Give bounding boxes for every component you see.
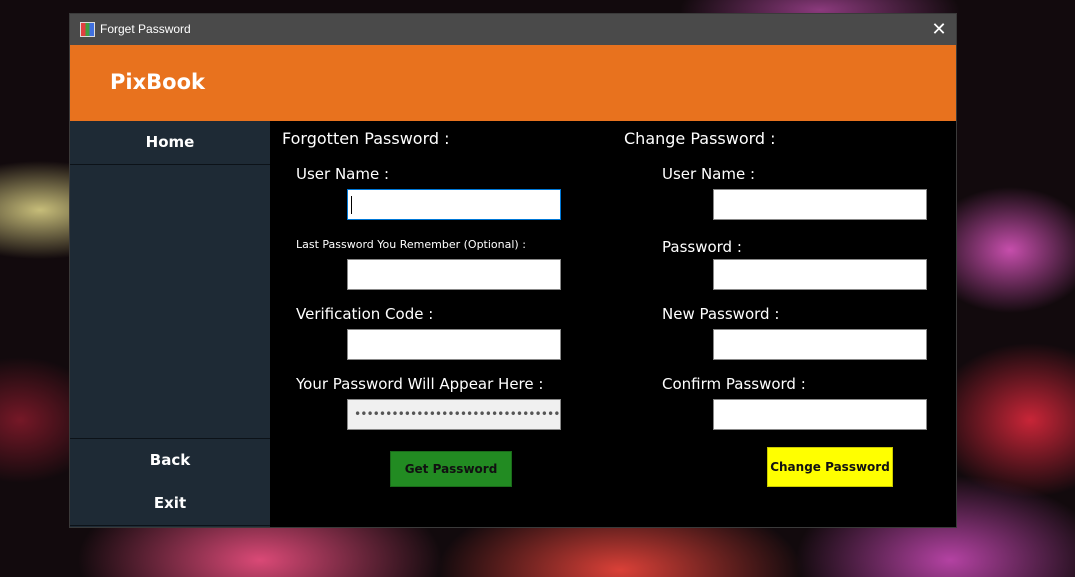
change-username-label: User Name : bbox=[662, 165, 756, 183]
title-bar[interactable]: Forget Password ✕ bbox=[70, 14, 956, 45]
exit-button[interactable]: Exit bbox=[70, 482, 270, 526]
last-password-label: Last Password You Remember (Optional) : bbox=[296, 238, 526, 251]
app-icon bbox=[80, 22, 95, 37]
forgot-username-label: User Name : bbox=[296, 165, 390, 183]
password-result-field[interactable]: •••••••••••••••••••••••••••••••••••••••• bbox=[347, 399, 561, 430]
change-username-input[interactable] bbox=[713, 189, 927, 220]
change-password-heading: Change Password : bbox=[624, 129, 776, 148]
close-button[interactable]: ✕ bbox=[922, 14, 956, 45]
new-password-label: New Password : bbox=[662, 305, 780, 323]
forgotten-password-heading: Forgotten Password : bbox=[282, 129, 450, 148]
forgot-username-input[interactable] bbox=[347, 189, 561, 220]
sidebar: Home Back Exit bbox=[70, 121, 270, 527]
get-password-button[interactable]: Get Password bbox=[390, 451, 512, 487]
forget-password-window: Forget Password ✕ PixBook Home Back Exit… bbox=[70, 14, 956, 527]
back-button[interactable]: Back bbox=[70, 438, 270, 483]
current-password-input[interactable] bbox=[713, 259, 927, 290]
confirm-password-label: Confirm Password : bbox=[662, 375, 806, 393]
new-password-input[interactable] bbox=[713, 329, 927, 360]
app-header: PixBook bbox=[70, 45, 956, 121]
password-result-label: Your Password Will Appear Here : bbox=[296, 375, 544, 393]
last-password-input[interactable] bbox=[347, 259, 561, 290]
verification-code-input[interactable] bbox=[347, 329, 561, 360]
text-caret bbox=[351, 196, 352, 214]
change-password-button[interactable]: Change Password bbox=[767, 447, 893, 487]
home-button[interactable]: Home bbox=[70, 121, 270, 165]
main-panel: Forgotten Password : User Name : Last Pa… bbox=[270, 121, 956, 527]
confirm-password-input[interactable] bbox=[713, 399, 927, 430]
current-password-label: Password : bbox=[662, 238, 742, 256]
brand-logo: PixBook bbox=[110, 70, 205, 94]
verification-code-label: Verification Code : bbox=[296, 305, 434, 323]
window-title: Forget Password bbox=[100, 22, 191, 36]
